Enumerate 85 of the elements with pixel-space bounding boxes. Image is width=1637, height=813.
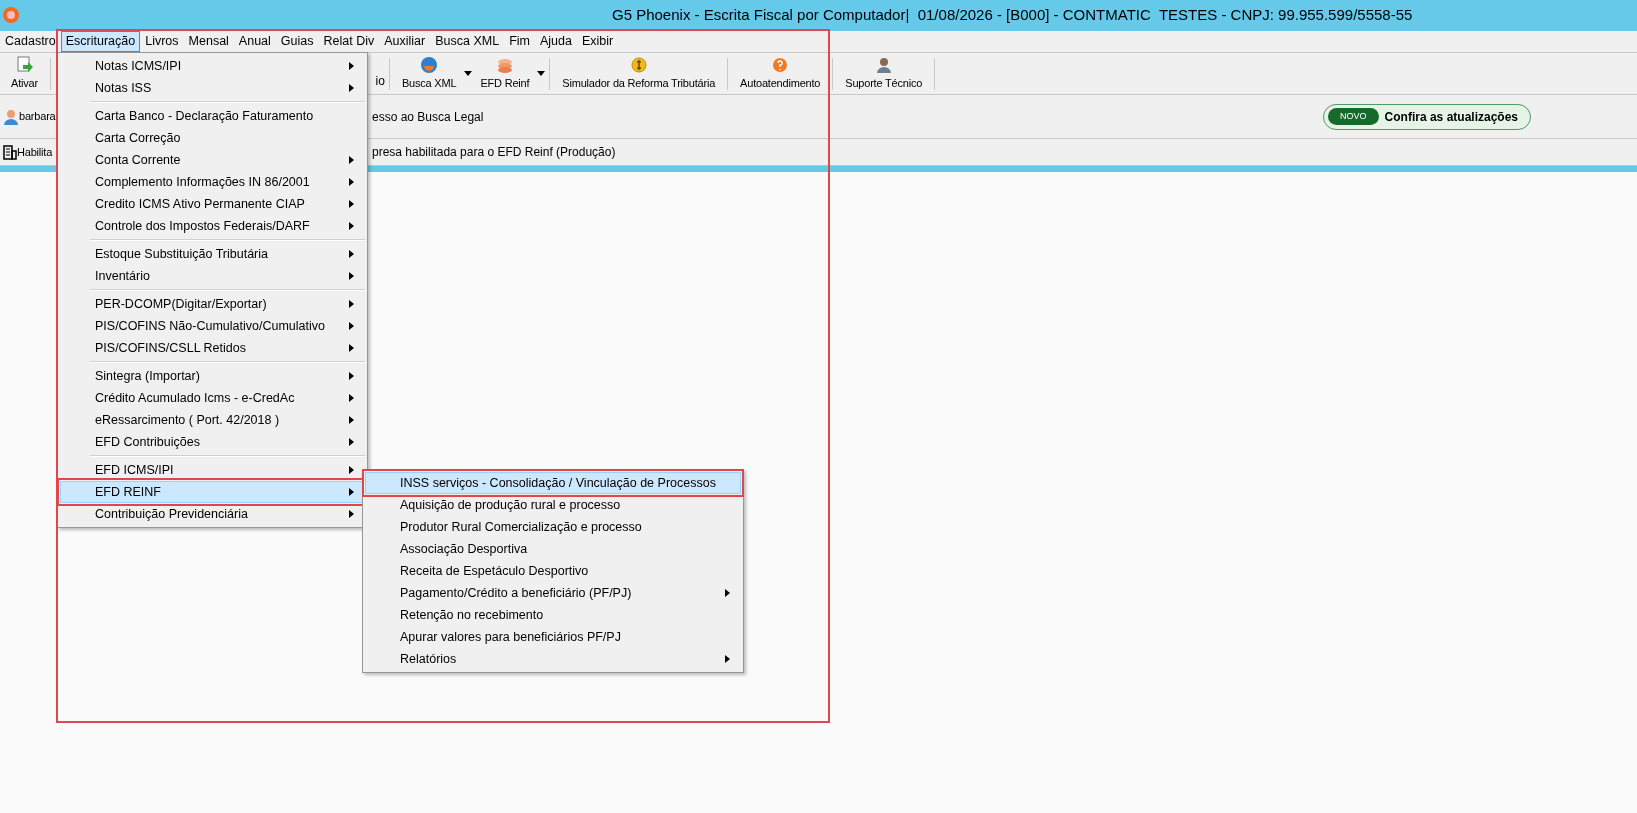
submenu-arrow-icon xyxy=(349,416,354,424)
toolbar-button[interactable]: EFD Reinf xyxy=(472,55,538,92)
menu-item[interactable]: Notas ICMS/IPI xyxy=(60,55,365,77)
menu-bar-item[interactable]: Auxiliar xyxy=(379,31,431,52)
submenu-arrow-icon xyxy=(349,394,354,402)
person-icon xyxy=(874,55,893,74)
menu-item[interactable]: Inventário xyxy=(60,265,365,287)
menu-item[interactable]: Carta Correção xyxy=(60,127,365,149)
menu-bar-item[interactable]: Escrituração xyxy=(60,31,141,52)
submenu-arrow-icon xyxy=(725,655,730,663)
menu-item[interactable]: INSS serviços - Consolidação / Vinculação de Processos xyxy=(365,472,741,494)
submenu-arrow-icon xyxy=(349,488,354,496)
menu-item[interactable]: Complemento Informações IN 86/2001 xyxy=(60,171,365,193)
status-label: Habilita xyxy=(17,144,53,160)
menu-item[interactable]: eRessarcimento ( Port. 42/2018 ) xyxy=(60,409,365,431)
menu-item[interactable]: Estoque Substituição Tributária xyxy=(60,243,365,265)
menu-bar-item[interactable]: Anual xyxy=(233,31,276,52)
status-text: presa habilitada para o EFD Reinf (Produção) xyxy=(372,144,616,161)
submenu-arrow-icon xyxy=(349,466,354,474)
menu-item[interactable]: Sintegra (Importar) xyxy=(60,365,365,387)
menu-bar-item[interactable]: Cadastro xyxy=(0,31,61,52)
menu-item[interactable]: Controle dos Impostos Federais/DARF xyxy=(60,215,365,237)
submenu-arrow-icon xyxy=(349,344,354,352)
menu-bar-item[interactable]: Fim xyxy=(504,31,535,52)
caret-icon xyxy=(537,71,546,76)
menu-item[interactable]: Credito ICMS Ativo Permanente CIAP xyxy=(60,193,365,215)
menu-bar-item[interactable]: Relat Div xyxy=(318,31,380,52)
dollar-coin-icon xyxy=(629,55,648,74)
menu-item[interactable]: Relatórios xyxy=(365,648,741,670)
updates-button[interactable]: NOVO Confira as atualizações xyxy=(1323,103,1531,130)
menu-item[interactable]: Conta Corrente xyxy=(60,149,365,171)
menu-bar-item[interactable]: Ajuda xyxy=(534,31,577,52)
help-icon xyxy=(771,55,790,74)
menu-item[interactable]: Receita de Espetáculo Desportivo xyxy=(365,560,741,582)
menu-item[interactable]: Associação Desportiva xyxy=(365,538,741,560)
submenu-arrow-icon xyxy=(349,300,354,308)
submenu-arrow-icon xyxy=(349,156,354,164)
building-icon xyxy=(3,144,17,160)
window-title: G5 Phoenix - Escrita Fiscal por Computador| 01/08/2026 - [B000] - CONTMATIC TESTES - CNPJ: 99.955.599/5558-55 xyxy=(612,5,1413,26)
submenu-arrow-icon xyxy=(349,322,354,330)
submenu-arrow-icon xyxy=(349,84,354,92)
toolbar-label: io xyxy=(375,72,385,90)
globe-icon xyxy=(420,55,439,74)
menu-item[interactable]: Contribuição Previdenciária xyxy=(60,503,365,525)
submenu-arrow-icon xyxy=(349,222,354,230)
submenu-arrow-icon xyxy=(349,62,354,70)
submenu-arrow-icon xyxy=(349,250,354,258)
menu-item[interactable]: Produtor Rural Comercialização e processo xyxy=(365,516,741,538)
menu-item[interactable]: PIS/COFINS Não-Cumulativo/Cumulativo xyxy=(60,315,365,337)
menu-item[interactable]: PER-DCOMP(Digitar/Exportar) xyxy=(60,293,365,315)
menu-bar-item[interactable]: Guias xyxy=(275,31,319,52)
submenu-arrow-icon xyxy=(349,272,354,280)
menu-item[interactable]: Apurar valores para beneficiários PF/PJ xyxy=(365,626,741,648)
submenu-arrow-icon xyxy=(349,178,354,186)
menu-item[interactable]: PIS/COFINS/CSLL Retidos xyxy=(60,337,365,359)
submenu-arrow-icon xyxy=(349,372,354,380)
menu-item[interactable]: Crédito Acumulado Icms - e-CredAc xyxy=(60,387,365,409)
menu-item[interactable]: Carta Banco - Declaração Faturamento xyxy=(60,105,365,127)
app-logo-icon xyxy=(2,6,20,24)
user-name: barbara xyxy=(19,109,56,125)
notice-text: esso ao Busca Legal xyxy=(372,108,485,126)
menu-item[interactable]: Pagamento/Crédito a beneficiário (PF/PJ) xyxy=(365,582,741,604)
menu-bar-item[interactable]: Busca XML xyxy=(430,31,505,52)
menu-bar-item[interactable]: Livros xyxy=(140,31,184,52)
toolbar-button[interactable]: Autoatendimento xyxy=(732,55,829,92)
user-icon xyxy=(3,108,19,125)
menu-item[interactable]: EFD ICMS/IPI xyxy=(60,459,365,481)
caret-icon xyxy=(464,71,473,76)
menu-item[interactable]: Retenção no recebimento xyxy=(365,604,741,626)
submenu-arrow-icon xyxy=(349,200,354,208)
document-arrow-icon xyxy=(15,55,34,74)
toolbar-button[interactable]: Simulador da Reforma Tributária xyxy=(554,55,724,92)
toolbar-button[interactable]: Busca XML xyxy=(393,55,465,92)
menu-bar-item[interactable]: Exibir xyxy=(576,31,619,52)
toolbar-button[interactable]: Suporte Técnico xyxy=(837,55,931,92)
toolbar-button[interactable]: Ativar xyxy=(3,55,46,92)
menu-item[interactable]: EFD REINF xyxy=(60,481,365,503)
menu-item[interactable]: EFD Contribuições xyxy=(60,431,365,453)
new-badge: NOVO xyxy=(1328,107,1379,126)
submenu-arrow-icon xyxy=(725,589,730,597)
menu-item[interactable]: Aquisição de produção rural e processo xyxy=(365,494,741,516)
submenu-arrow-icon xyxy=(349,438,354,446)
menu-bar-item[interactable]: Mensal xyxy=(183,31,234,52)
menu-item[interactable]: Notas ISS xyxy=(60,77,365,99)
submenu-arrow-icon xyxy=(349,510,354,518)
